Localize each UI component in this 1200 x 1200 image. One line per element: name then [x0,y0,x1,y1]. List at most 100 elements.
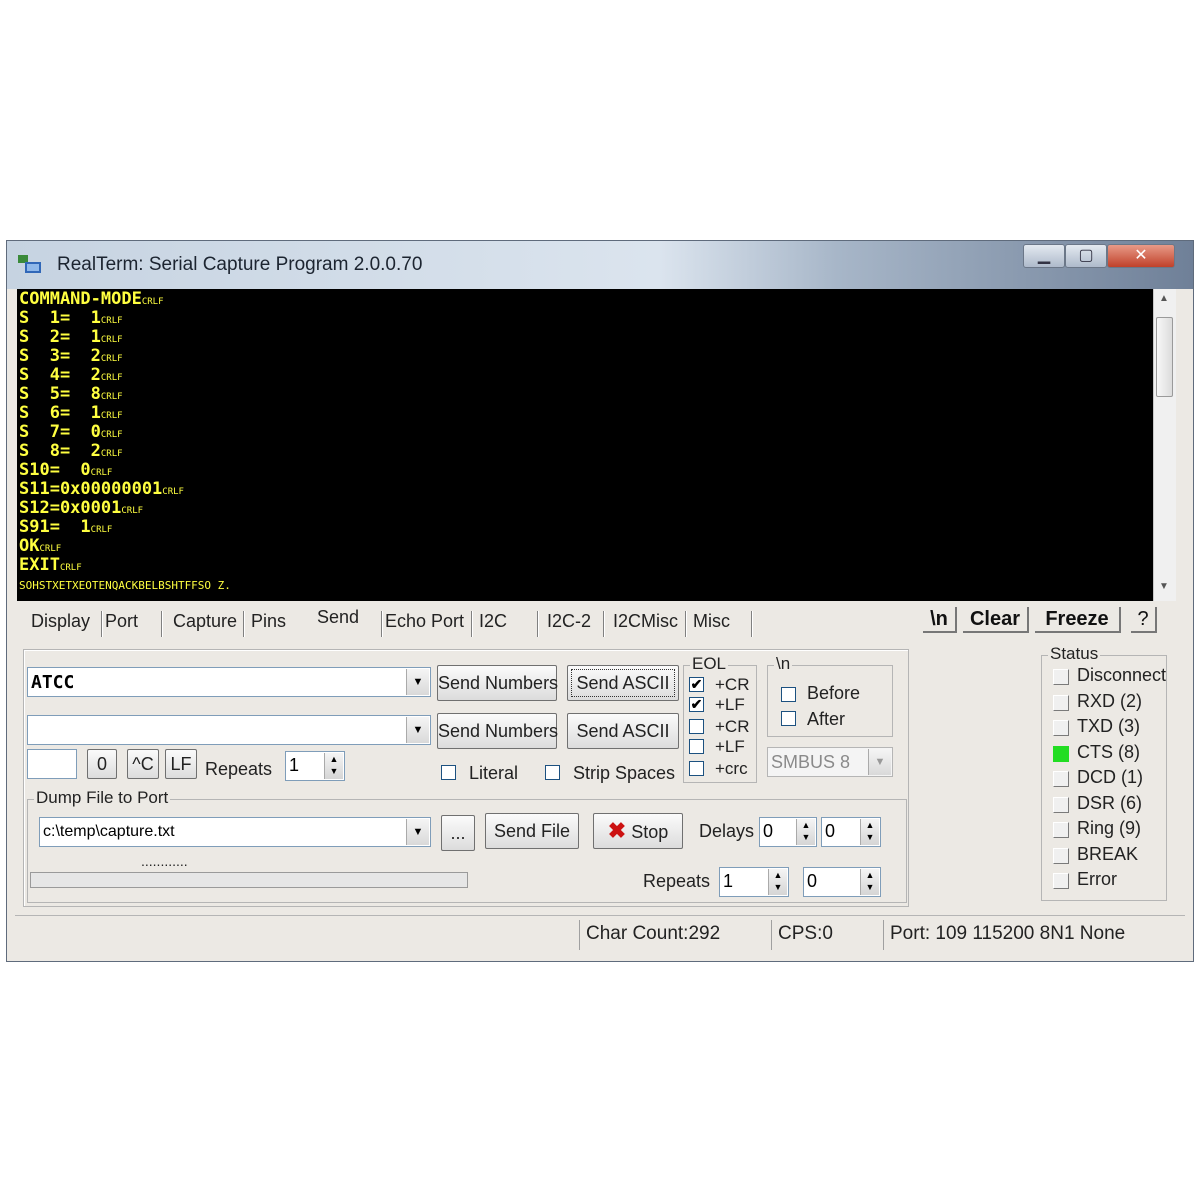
eol-lf1-checkbox[interactable]: ✔ [689,697,704,712]
maximize-button[interactable]: ▢ [1065,244,1107,268]
delay1-spinner[interactable]: 0 ▲ ▼ [759,817,817,847]
clear-button[interactable]: Clear [963,607,1029,633]
delay2-spinner[interactable]: 0 ▲ ▼ [821,817,881,847]
before-checkbox[interactable] [781,687,796,702]
send-ascii-button-2[interactable]: Send ASCII [567,713,679,749]
tab-port[interactable]: Port [105,611,138,632]
chevron-down-icon[interactable]: ▼ [868,749,891,775]
send-zero-button[interactable]: 0 [87,749,117,779]
tab-misc[interactable]: Misc [693,611,730,632]
chevron-down-icon[interactable]: ▼ [406,819,429,845]
send-lf-button[interactable]: LF [165,749,197,779]
eol-crc-checkbox[interactable] [689,761,704,776]
dump-repeats1-spinner[interactable]: 1 ▲ ▼ [719,867,789,897]
control-chars: CRLF [141,297,164,307]
help-button[interactable]: ? [1131,607,1157,633]
control-chars: CRLF [100,430,123,440]
send-line2-combo[interactable]: ▼ [27,715,431,745]
terminal-scrollbar[interactable]: ▲ ▼ [1153,289,1176,601]
terminal-line-text: S 1= 1 [19,308,101,328]
send-file-button[interactable]: Send File [485,813,579,849]
tab-i2c-2[interactable]: I2C-2 [547,611,591,632]
terminal-line-text: S11=0x00000001 [19,479,163,499]
freeze-button[interactable]: Freeze [1035,607,1121,633]
tab-capture[interactable]: Capture [173,611,237,632]
literal-label: Literal [469,763,519,783]
control-chars: CRLF [90,525,113,535]
smbus-select[interactable]: SMBUS 8 ▼ [767,747,893,777]
browse-button[interactable]: ... [441,815,475,851]
scroll-up-icon[interactable]: ▲ [1159,293,1169,304]
scroll-thumb[interactable] [1156,317,1173,397]
dump-file-combo[interactable]: c:\temp\capture.txt ▼ [39,817,431,847]
terminal-line-text: S 2= 1 [19,327,101,347]
close-button[interactable]: ✕ [1107,244,1175,268]
spinner-arrows-icon[interactable]: ▲ ▼ [796,819,815,845]
spinner-arrows-icon[interactable]: ▲ ▼ [768,869,787,895]
terminal-line: SOHSTXETXEOTENQACKBELBSHTFFSO Z. [19,575,231,595]
eol-crc-label: +crc [715,759,748,778]
eol-lf1-label: +LF [715,695,745,714]
control-chars: CRLF [100,373,123,383]
control-chars: CRLF [100,354,123,364]
eol-lf2-checkbox[interactable] [689,739,704,754]
char-count: Char Count:292 [579,920,769,950]
scroll-down-icon[interactable]: ▼ [1159,581,1169,592]
literal-checkbox[interactable] [441,765,456,780]
eol-cr1-checkbox[interactable]: ✔ [689,677,704,692]
newline-group-title: \n [774,654,793,674]
terminal-line-text: S 4= 2 [19,365,101,385]
minimize-button[interactable]: ▁ [1023,244,1065,268]
send-ctrl-c-button[interactable]: ^C [127,749,159,779]
stop-button[interactable]: ✖ Stop [593,813,683,849]
tab-echo-port[interactable]: Echo Port [385,611,464,632]
spinner-arrows-icon[interactable]: ▲ ▼ [324,753,343,779]
window-title: RealTerm: Serial Capture Program 2.0.0.7… [57,254,423,275]
dump-progress-bar [30,872,468,888]
chevron-down-icon[interactable]: ▼ [406,669,429,695]
spinner-arrows-icon[interactable]: ▲ ▼ [860,869,879,895]
after-checkbox[interactable] [781,711,796,726]
terminal-line-text: S 3= 2 [19,346,101,366]
status-label: Ring (9) [1077,818,1142,838]
eol-cr2-checkbox[interactable] [689,719,704,734]
port-info: Port: 109 115200 8N1 None [883,920,1173,950]
terminal-line-text: S 6= 1 [19,403,101,423]
status-led [1053,873,1069,889]
status-label: DCD (1) [1077,767,1143,787]
dump-repeats2-spinner[interactable]: 0 ▲ ▼ [803,867,881,897]
tab-i2c[interactable]: I2C [479,611,507,632]
control-chars: CRLF [59,563,82,573]
status-title: Status [1048,644,1101,664]
control-chars: CRLF [100,335,123,345]
chevron-down-icon[interactable]: ▼ [406,717,429,743]
tab-send[interactable]: Send [317,607,359,628]
terminal-line-text: EXIT [19,555,60,575]
terminal-line-text: S10= 0 [19,460,91,480]
send-ascii-button-1[interactable]: Send ASCII [567,665,679,701]
strip-spaces-checkbox[interactable] [545,765,560,780]
terminal-line-text: OK [19,536,40,556]
control-chars: CRLF [162,487,184,497]
after-label: After [807,709,846,729]
status-led [1053,745,1069,762]
tab-i2cmisc[interactable]: I2CMisc [613,611,678,632]
repeats-spinner[interactable]: 1 ▲ ▼ [285,751,345,781]
title-bar[interactable]: RealTerm: Serial Capture Program 2.0.0.7… [7,241,1193,289]
char-input[interactable] [27,749,77,779]
tab-pins[interactable]: Pins [251,611,286,632]
send-numbers-button-2[interactable]: Send Numbers [437,713,558,749]
tab-display[interactable]: Display [31,611,90,632]
eol-lf2-label: +LF [715,737,745,756]
eol-cr2-label: +CR [715,717,750,736]
terminal-output[interactable]: COMMAND-MODECRLF S 1= 1CRLF S 2= 1CRLF S 3=… [17,289,1153,601]
send-line1-combo[interactable]: ATCC ▼ [27,667,431,697]
status-led [1053,720,1069,736]
control-chars: CRLF [121,506,144,516]
status-label: CTS (8) [1077,741,1140,762]
status-bar: Char Count:292 CPS:0 Port: 109 115200 8N… [15,915,1185,952]
send-numbers-button-1[interactable]: Send Numbers [437,665,558,701]
newline-button[interactable]: \n [923,607,957,633]
terminal-line-text: S 5= 8 [19,384,101,404]
spinner-arrows-icon[interactable]: ▲ ▼ [860,819,879,845]
